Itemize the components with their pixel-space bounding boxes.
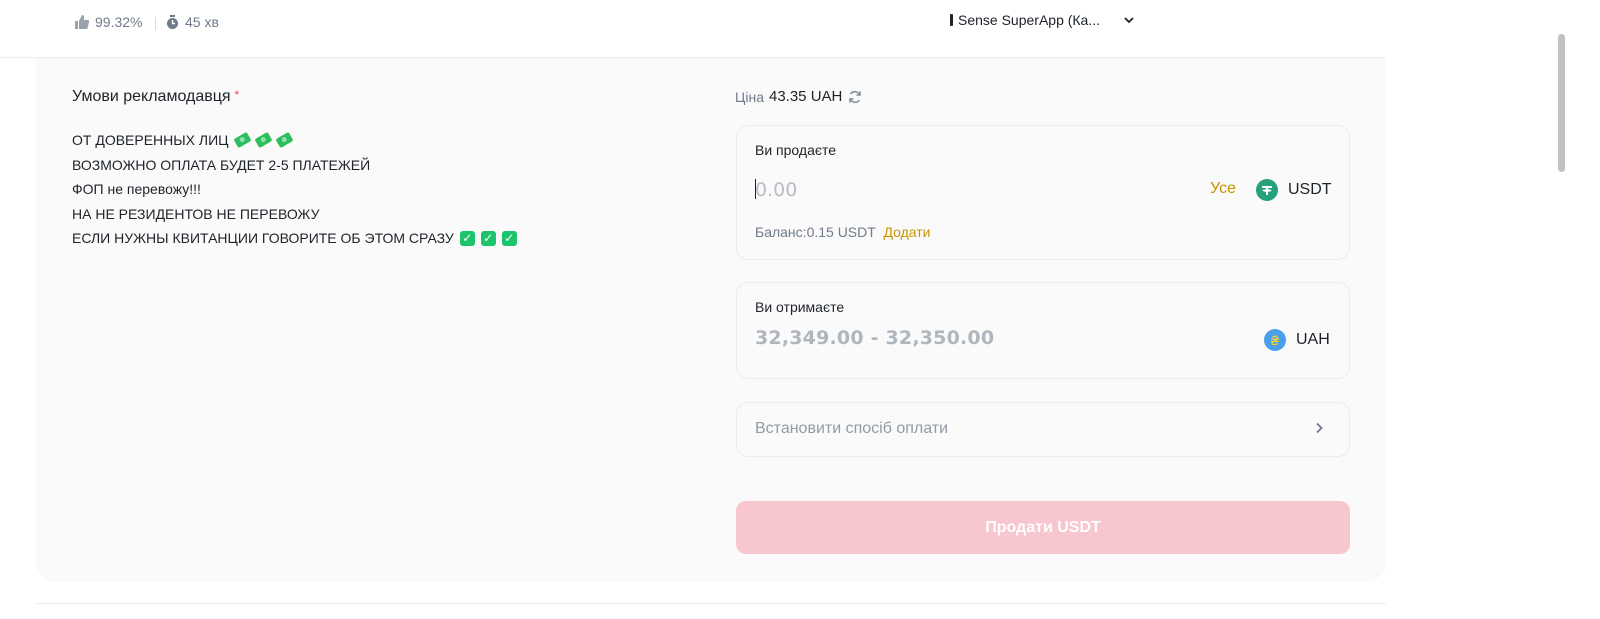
check-mark-icon: ✓ <box>459 230 475 246</box>
payment-method-value: Sense SuperApp (Ка... <box>958 12 1101 28</box>
completion-rate: 99.32% <box>74 14 142 30</box>
terms-line: ВОЗМОЖНО ОПЛАТА БУДЕТ 2-5 ПЛАТЕЖЕЙ <box>72 153 517 178</box>
terms-title-text: Умови рекламодавця <box>72 88 231 105</box>
all-button[interactable]: Усе <box>1210 180 1236 198</box>
set-payment-method-label: Встановити спосіб оплати <box>755 420 949 437</box>
sell-usdt-button[interactable]: Продати USDT <box>736 501 1350 554</box>
check-mark-icon: ✓ <box>480 230 496 246</box>
average-time-value: 45 хв <box>185 14 219 30</box>
set-payment-method-row[interactable]: Встановити спосіб оплати <box>736 402 1350 457</box>
required-mark: * <box>234 88 240 102</box>
receive-currency-code: UAH <box>1296 331 1330 348</box>
price-value: 43.35 UAH <box>768 88 843 105</box>
chevron-down-icon <box>1124 16 1134 23</box>
divider <box>155 17 156 30</box>
terms-line: ФОП не перевожу!!! <box>72 177 517 202</box>
terms-line: ЕСЛИ НУЖНЫ КВИТАНЦИИ ГОВОРИТЕ ОБ ЭТОМ СР… <box>72 226 517 251</box>
refresh-icon[interactable] <box>848 90 862 104</box>
advertiser-terms: ОТ ДОВЕРЕННЫХ ЛИЦ ВОЗМОЖНО ОПЛАТА БУДЕТ … <box>72 128 517 251</box>
divider <box>36 603 1386 604</box>
receive-range: 32,349.00 - 32,350.00 <box>755 327 995 349</box>
terms-line: ОТ ДОВЕРЕННЫХ ЛИЦ <box>72 128 517 153</box>
terms-title: Умови рекламодавця * <box>72 88 239 106</box>
add-funds-link[interactable]: Додати <box>883 224 930 240</box>
check-mark-icon: ✓ <box>501 230 517 246</box>
trade-panel: Умови рекламодавця * ОТ ДОВЕРЕННЫХ ЛИЦ ВО… <box>36 58 1386 582</box>
sell-amount-input[interactable] <box>755 176 1055 204</box>
balance-label: Баланс: <box>755 224 807 240</box>
chevron-right-icon <box>1316 422 1323 434</box>
ad-summary-bar: 99.32% 45 хв Sense SuperApp (Ка... <box>0 0 1386 58</box>
price-row: Ціна 43.35 UAH <box>735 88 862 105</box>
money-emoji-icon <box>275 132 294 149</box>
terms-line-text: ФОП не перевожу!!! <box>72 181 201 197</box>
thumbs-up-icon <box>75 15 89 29</box>
money-emoji-icon <box>233 132 252 149</box>
money-emoji-icon <box>254 132 273 149</box>
payment-method-marker <box>950 14 953 26</box>
terms-line-text: ВОЗМОЖНО ОПЛАТА БУДЕТ 2-5 ПЛАТЕЖЕЙ <box>72 156 371 173</box>
uah-currency: UAH <box>1264 329 1330 351</box>
average-time: 45 хв <box>166 14 219 30</box>
sell-amount-card: Ви продаєте Усе USDT Баланс:0.15 USDT До… <box>736 125 1350 260</box>
text-caret <box>755 179 756 199</box>
terms-line-text: ЕСЛИ НУЖНЫ КВИТАНЦИИ ГОВОРИТЕ ОБ ЭТОМ СР… <box>72 230 454 246</box>
hryvnia-icon <box>1264 329 1286 351</box>
balance-value: 0.15 USDT <box>806 224 876 240</box>
terms-line-text: ОТ ДОВЕРЕННЫХ ЛИЦ <box>72 132 229 148</box>
stopwatch-icon <box>167 14 178 29</box>
terms-line-text: НА НЕ РЕЗИДЕНТОВ НЕ ПЕРЕВОЖУ <box>72 205 320 222</box>
usdt-currency: USDT <box>1256 179 1332 201</box>
receive-label: Ви отримаєте <box>755 299 845 315</box>
completion-rate-value: 99.32% <box>95 14 143 30</box>
balance-row: Баланс:0.15 USDT Додати <box>755 224 930 240</box>
receive-amount-card: Ви отримаєте 32,349.00 - 32,350.00 UAH <box>736 282 1350 379</box>
price-label: Ціна <box>735 88 764 105</box>
tether-icon <box>1256 179 1278 201</box>
scrollbar-thumb[interactable] <box>1558 34 1565 172</box>
sell-label: Ви продаєте <box>755 142 837 158</box>
sell-currency-code: USDT <box>1288 181 1332 198</box>
terms-line: НА НЕ РЕЗИДЕНТОВ НЕ ПЕРЕВОЖУ <box>72 202 517 227</box>
payment-method-dropdown[interactable]: Sense SuperApp (Ка... <box>950 12 1134 28</box>
